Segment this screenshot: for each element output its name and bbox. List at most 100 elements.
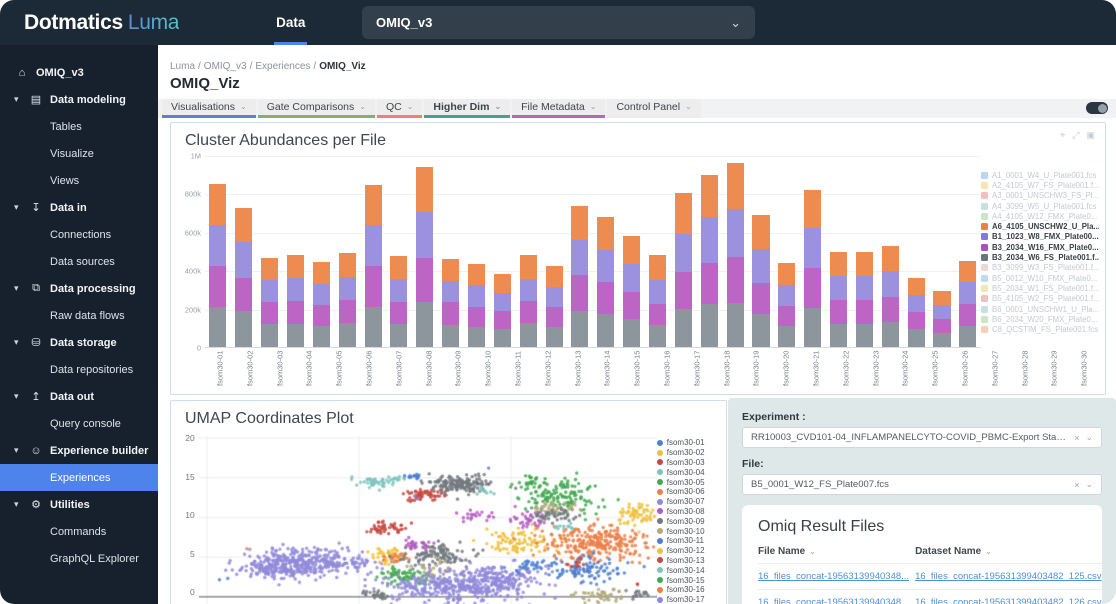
tab-higher-dim[interactable]: Higher Dim⌄: [424, 99, 510, 118]
caret-down-icon[interactable]: ▾: [14, 391, 28, 402]
legend-item[interactable]: A6_4105_UNSCHW2_U_Pla...: [981, 221, 1099, 231]
bar-segment: [856, 300, 873, 324]
bar-x-tick: fsom30-04: [294, 351, 324, 397]
tab-qc[interactable]: QC⌄: [377, 99, 422, 118]
legend-item[interactable]: B5_2034_W1_FS_Plate001.f...: [981, 283, 1099, 293]
caret-down-icon[interactable]: ▾: [14, 499, 28, 510]
legend-item[interactable]: B5_4105_W2_FS_Plate001.f...: [981, 294, 1099, 304]
legend-item[interactable]: B1_1023_W8_FMX_Plate00...: [981, 232, 1099, 242]
file-select[interactable]: B5_0001_W12_FS_Plate007.fcs × ⌄: [742, 474, 1102, 495]
environment-dropdown[interactable]: OMIQ_v3 ⌄: [362, 6, 755, 39]
sort-chevron-icon[interactable]: ⌄: [985, 547, 992, 556]
legend-item[interactable]: fsom30-04: [657, 467, 722, 477]
breadcrumb-part[interactable]: Experiences: [255, 61, 310, 72]
bar-segment: [959, 304, 976, 325]
sidebar-item-data-processing[interactable]: ▾⧉Data processing: [0, 275, 158, 302]
legend-item[interactable]: A1_0001_W4_U_Plate001.fcs: [981, 170, 1099, 180]
legend-item[interactable]: C8_QCSTIM_FS_Plate001.fcs: [981, 324, 1099, 334]
breadcrumb[interactable]: Luma/OMIQ_v3/Experiences/OMIQ_Viz: [170, 61, 366, 72]
legend-item[interactable]: fsom30-13: [657, 556, 722, 566]
breadcrumb-part[interactable]: Luma: [170, 61, 195, 72]
sidebar-item-utilities[interactable]: ▾⚙Utilities: [0, 491, 158, 518]
tab-file-metadata[interactable]: File Metadata⌄: [512, 99, 605, 118]
legend-item[interactable]: B3_2034_W6_FS_Plate001.f...: [981, 252, 1099, 262]
legend-item[interactable]: A4_3099_W5_U_Plate001.fcs: [981, 201, 1099, 211]
tab-gate-comparisons[interactable]: Gate Comparisons⌄: [258, 99, 375, 118]
sidebar-item-raw-data-flows[interactable]: Raw data flows: [0, 302, 158, 329]
bar-segment: [261, 258, 278, 280]
legend-item[interactable]: B3_2034_W16_FMX_Plate0...: [981, 242, 1099, 252]
sidebar-item-views[interactable]: Views: [0, 167, 158, 194]
legend-swatch: [981, 192, 988, 199]
legend-item[interactable]: fsom30-05: [657, 477, 722, 487]
legend-item[interactable]: A3_0001_UNSCHW3_FS_Pl...: [981, 191, 1099, 201]
legend-item[interactable]: fsom30-06: [657, 487, 722, 497]
sidebar-item-commands[interactable]: Commands: [0, 518, 158, 545]
legend-dot: [657, 577, 663, 583]
legend-item[interactable]: fsom30-03: [657, 458, 722, 468]
legend-item[interactable]: A2_4105_W7_FS_Plate001.f...: [981, 180, 1099, 190]
legend-item[interactable]: fsom30-12: [657, 546, 722, 556]
legend-swatch: [981, 264, 988, 271]
sidebar-item-tables[interactable]: Tables: [0, 113, 158, 140]
file-link[interactable]: 16_files_concat-19563139940348...: [758, 597, 909, 604]
legend-item[interactable]: fsom30-11: [657, 536, 722, 546]
legend-item[interactable]: fsom30-08: [657, 507, 722, 517]
bar-segment: [649, 280, 666, 304]
sidebar-item-data-repositories[interactable]: Data repositories: [0, 356, 158, 383]
camera-icon[interactable]: ▣: [1086, 131, 1095, 140]
legend-item[interactable]: B5_0012_W10_FMX_Plate0...: [981, 273, 1099, 283]
sidebar-item-visualize[interactable]: Visualize: [0, 140, 158, 167]
breadcrumb-part[interactable]: OMIQ_v3: [204, 61, 247, 72]
caret-down-icon[interactable]: ▾: [14, 94, 28, 105]
clear-icon[interactable]: ×: [1074, 433, 1079, 443]
legend-item[interactable]: fsom30-07: [657, 497, 722, 507]
legend-item[interactable]: fsom30-14: [657, 565, 722, 575]
bar-segment: [339, 277, 356, 300]
clear-icon[interactable]: ×: [1074, 480, 1079, 490]
sort-chevron-icon[interactable]: ⌄: [809, 547, 816, 556]
tab-visualisations[interactable]: Visualisations⌄: [162, 99, 256, 118]
nav-data[interactable]: Data: [276, 0, 305, 45]
caret-down-icon[interactable]: ▾: [14, 445, 28, 456]
table-column-header[interactable]: File Name⌄: [758, 546, 915, 564]
bar-segment: [313, 326, 330, 347]
bar-segment: [313, 262, 330, 284]
sidebar-item-omiq-v3[interactable]: ⌂OMIQ_v3: [0, 59, 158, 86]
legend-item[interactable]: fsom30-10: [657, 526, 722, 536]
legend-item[interactable]: A4_4105_W12_FMX_Plate0...: [981, 211, 1099, 221]
legend-item[interactable]: fsom30-01: [657, 438, 722, 448]
theme-toggle[interactable]: [1086, 102, 1108, 114]
sidebar-item-connections[interactable]: Connections: [0, 221, 158, 248]
legend-item[interactable]: fsom30-02: [657, 448, 722, 458]
caret-down-icon[interactable]: ▾: [14, 283, 28, 294]
sidebar-item-data-modeling[interactable]: ▾▤Data modeling: [0, 86, 158, 113]
sidebar-item-data-out[interactable]: ▾↥Data out: [0, 383, 158, 410]
sidebar-item-experience-builder[interactable]: ▾☺Experience builder: [0, 437, 158, 464]
caret-down-icon[interactable]: ▾: [14, 202, 28, 213]
file-link[interactable]: 16_files_concat-19563139940348...: [758, 571, 909, 582]
sidebar-item-data-storage[interactable]: ▾⛁Data storage: [0, 329, 158, 356]
legend-item[interactable]: fsom30-16: [657, 585, 722, 595]
sidebar-item-graphql-explorer[interactable]: GraphQL Explorer: [0, 545, 158, 572]
legend-item[interactable]: B3_3099_W3_FS_Plate001.f...: [981, 263, 1099, 273]
legend-item[interactable]: fsom30-09: [657, 516, 722, 526]
bar-segment: [494, 329, 511, 347]
sidebar-item-data-sources[interactable]: Data sources: [0, 248, 158, 275]
zoom-icon[interactable]: ⌖: [1060, 131, 1065, 140]
table-column-header[interactable]: Dataset Name⌄: [915, 546, 1102, 564]
file-link[interactable]: 16_files_concat-195631399403482_125.csv: [915, 571, 1101, 582]
sidebar-item-data-in[interactable]: ▾↧Data in: [0, 194, 158, 221]
caret-down-icon[interactable]: ▾: [14, 337, 28, 348]
file-link[interactable]: 16_files_concat-195631399403482_126.csv: [915, 597, 1101, 604]
legend-item[interactable]: fsom30-15: [657, 575, 722, 585]
legend-item[interactable]: B6_2034_W20_FMX_Plate0...: [981, 314, 1099, 324]
sidebar-item-experiences[interactable]: Experiences: [0, 464, 158, 491]
experiment-select[interactable]: RR10003_CVD101-04_INFLAMPANELCYTO-COVID_…: [742, 427, 1102, 448]
bar-segment: [468, 327, 485, 347]
tab-control-panel[interactable]: Control Panel⌄: [607, 99, 700, 118]
sidebar-item-query-console[interactable]: Query console: [0, 410, 158, 437]
pan-icon[interactable]: ⤢: [1072, 131, 1079, 140]
legend-item[interactable]: fsom30-17: [657, 595, 722, 604]
legend-item[interactable]: B6_0001_UNSCHW1_U_Pla...: [981, 304, 1099, 314]
